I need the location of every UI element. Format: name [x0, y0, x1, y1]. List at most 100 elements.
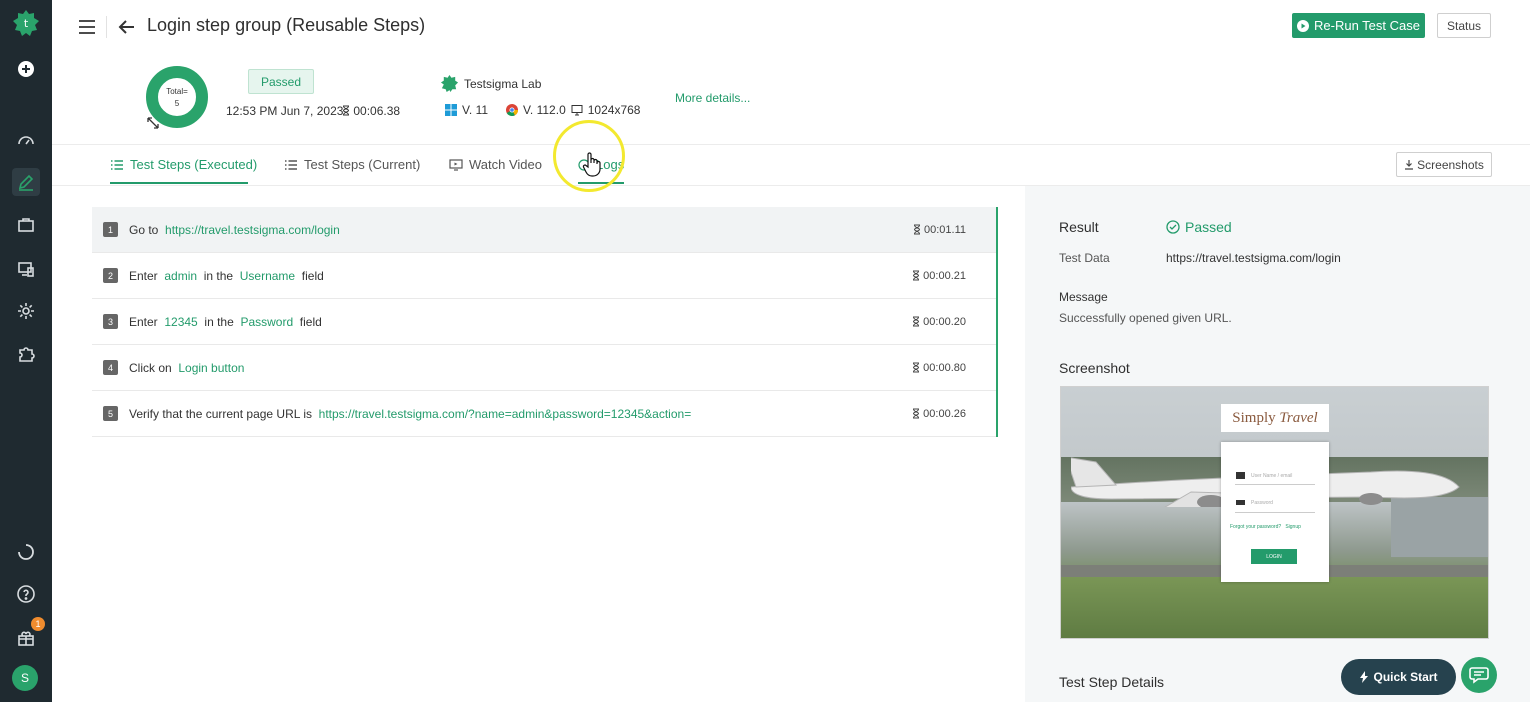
- active-tab-indicator: [110, 182, 248, 184]
- step-text-part: in the: [204, 314, 234, 329]
- loading-status-icon[interactable]: [12, 538, 40, 566]
- login-links: Forgot your password? Signup: [1230, 524, 1301, 530]
- lab-name: Testsigma Lab: [464, 77, 542, 91]
- message-value: Successfully opened given URL.: [1059, 311, 1232, 325]
- message-label: Message: [1059, 290, 1108, 304]
- tab-test-steps-executed[interactable]: Test Steps (Executed): [110, 157, 257, 172]
- step-number: 3: [103, 314, 118, 329]
- puzzle-addon-icon[interactable]: [12, 340, 40, 368]
- step-text-part: in the: [203, 268, 234, 283]
- test-step-row[interactable]: 1 Go to https://travel.testsigma.com/log…: [92, 207, 996, 253]
- download-icon: [1405, 160, 1414, 170]
- test-steps-list: 1 Go to https://travel.testsigma.com/log…: [92, 207, 998, 437]
- key-icon: [1236, 500, 1245, 505]
- step-description: Enter admin in the Username field: [129, 269, 324, 283]
- monitor-icon: [571, 105, 583, 116]
- back-arrow-icon[interactable]: [117, 17, 137, 37]
- screenshot-grass: [1061, 577, 1488, 638]
- page-title: Login step group (Reusable Steps): [147, 15, 426, 35]
- sidebar: t 1 S: [0, 0, 52, 702]
- step-text-part: Enter: [129, 268, 158, 283]
- step-time-value: 00:01.11: [923, 223, 966, 236]
- briefcase-icon[interactable]: [12, 211, 40, 239]
- donut-label: Total= 5: [158, 86, 196, 110]
- test-step-row[interactable]: 3 Enter 12345 in the Password field 00:0…: [92, 299, 996, 345]
- test-data-label: Test Data: [1059, 251, 1110, 265]
- more-details-link[interactable]: More details...: [675, 91, 750, 105]
- step-highlight: https://travel.testsigma.com/login: [165, 222, 340, 237]
- chat-button[interactable]: [1461, 657, 1497, 693]
- result-status-text: Passed: [1185, 219, 1232, 235]
- os-version: V. 11: [462, 103, 489, 117]
- step-duration: 00:00.26: [912, 408, 966, 420]
- logo-word: Travel: [1279, 409, 1318, 426]
- step-duration: 00:00.80: [912, 362, 966, 374]
- screenshots-button[interactable]: Screenshots: [1396, 152, 1492, 177]
- screenshot-label: Screenshot: [1059, 360, 1130, 376]
- step-highlight: admin: [164, 268, 198, 283]
- resolution: 1024x768: [587, 103, 641, 117]
- step-highlight: Login button: [178, 360, 245, 375]
- settings-gear-icon[interactable]: [12, 297, 40, 325]
- list-icon: [111, 159, 123, 170]
- hourglass-icon: [342, 105, 350, 116]
- step-duration: 00:00.20: [912, 316, 966, 328]
- notification-badge: 1: [31, 617, 45, 631]
- step-number: 2: [103, 268, 118, 283]
- edit-icon[interactable]: [12, 168, 40, 196]
- rerun-test-case-button[interactable]: Re-Run Test Case: [1292, 13, 1425, 38]
- step-highlight: Username: [239, 268, 296, 283]
- step-number: 1: [103, 222, 118, 237]
- step-number: 5: [103, 406, 118, 421]
- step-highlight: https://travel.testsigma.com/?name=admin…: [318, 406, 692, 421]
- step-highlight: Password: [240, 314, 294, 329]
- step-text-part: Go to: [129, 222, 159, 237]
- tab-watch-video[interactable]: Watch Video: [449, 157, 542, 172]
- quick-start-label: Quick Start: [1373, 670, 1438, 684]
- check-circle-icon: [1166, 220, 1180, 234]
- step-duration: 00:00.21: [912, 270, 966, 282]
- tab-test-steps-current[interactable]: Test Steps (Current): [284, 157, 420, 172]
- dashboard-icon[interactable]: [12, 126, 40, 154]
- step-screenshot-image[interactable]: Simply Travel User Name / email Password…: [1060, 386, 1489, 639]
- chat-bubble-icon: [1469, 667, 1489, 684]
- tabs-top-border: [52, 144, 1530, 145]
- hourglass-icon: [913, 362, 920, 373]
- hourglass-icon: [913, 224, 920, 235]
- test-data-value: https://travel.testsigma.com/login: [1166, 251, 1341, 265]
- test-step-row[interactable]: 2 Enter admin in the Username field 00:0…: [92, 253, 996, 299]
- hamburger-menu-icon[interactable]: [77, 18, 97, 36]
- tab-label: Watch Video: [469, 157, 542, 172]
- rerun-label: Re-Run Test Case: [1314, 18, 1420, 33]
- tab-label: Test Steps (Executed): [130, 157, 258, 172]
- step-time-value: 00:00.80: [923, 361, 966, 374]
- play-icon: [1297, 19, 1309, 32]
- hourglass-icon: [913, 316, 920, 327]
- status-button[interactable]: Status: [1437, 13, 1491, 38]
- test-step-row[interactable]: 4 Click on Login button 00:00.80: [92, 345, 996, 391]
- run-duration: 00:06.38: [342, 104, 400, 118]
- user-avatar[interactable]: S: [12, 665, 38, 691]
- step-text-part: Enter: [129, 314, 158, 329]
- video-monitor-icon: [449, 158, 463, 171]
- chrome-icon: [506, 104, 519, 116]
- result-status: Passed: [1166, 219, 1232, 235]
- help-icon[interactable]: [12, 580, 40, 608]
- total-label: Total=: [166, 87, 188, 96]
- step-description: Go to https://travel.testsigma.com/login: [129, 223, 340, 237]
- devices-icon[interactable]: [12, 255, 40, 283]
- test-step-row[interactable]: 5 Verify that the current page URL is ht…: [92, 391, 996, 437]
- expand-diagonal-icon[interactable]: [146, 116, 160, 130]
- step-text-part: field: [299, 314, 322, 329]
- hourglass-icon: [913, 408, 920, 419]
- add-icon[interactable]: [12, 55, 40, 83]
- password-underline: [1235, 512, 1315, 513]
- result-label: Result: [1059, 219, 1099, 235]
- hourglass-icon: [913, 270, 920, 281]
- step-time-value: 00:00.20: [923, 315, 966, 328]
- step-time-value: 00:00.21: [923, 269, 966, 282]
- testsigma-logo-icon[interactable]: t: [11, 8, 41, 38]
- quick-start-button[interactable]: Quick Start: [1341, 659, 1456, 695]
- step-number: 4: [103, 360, 118, 375]
- tab-label: Test Steps (Current): [304, 157, 421, 172]
